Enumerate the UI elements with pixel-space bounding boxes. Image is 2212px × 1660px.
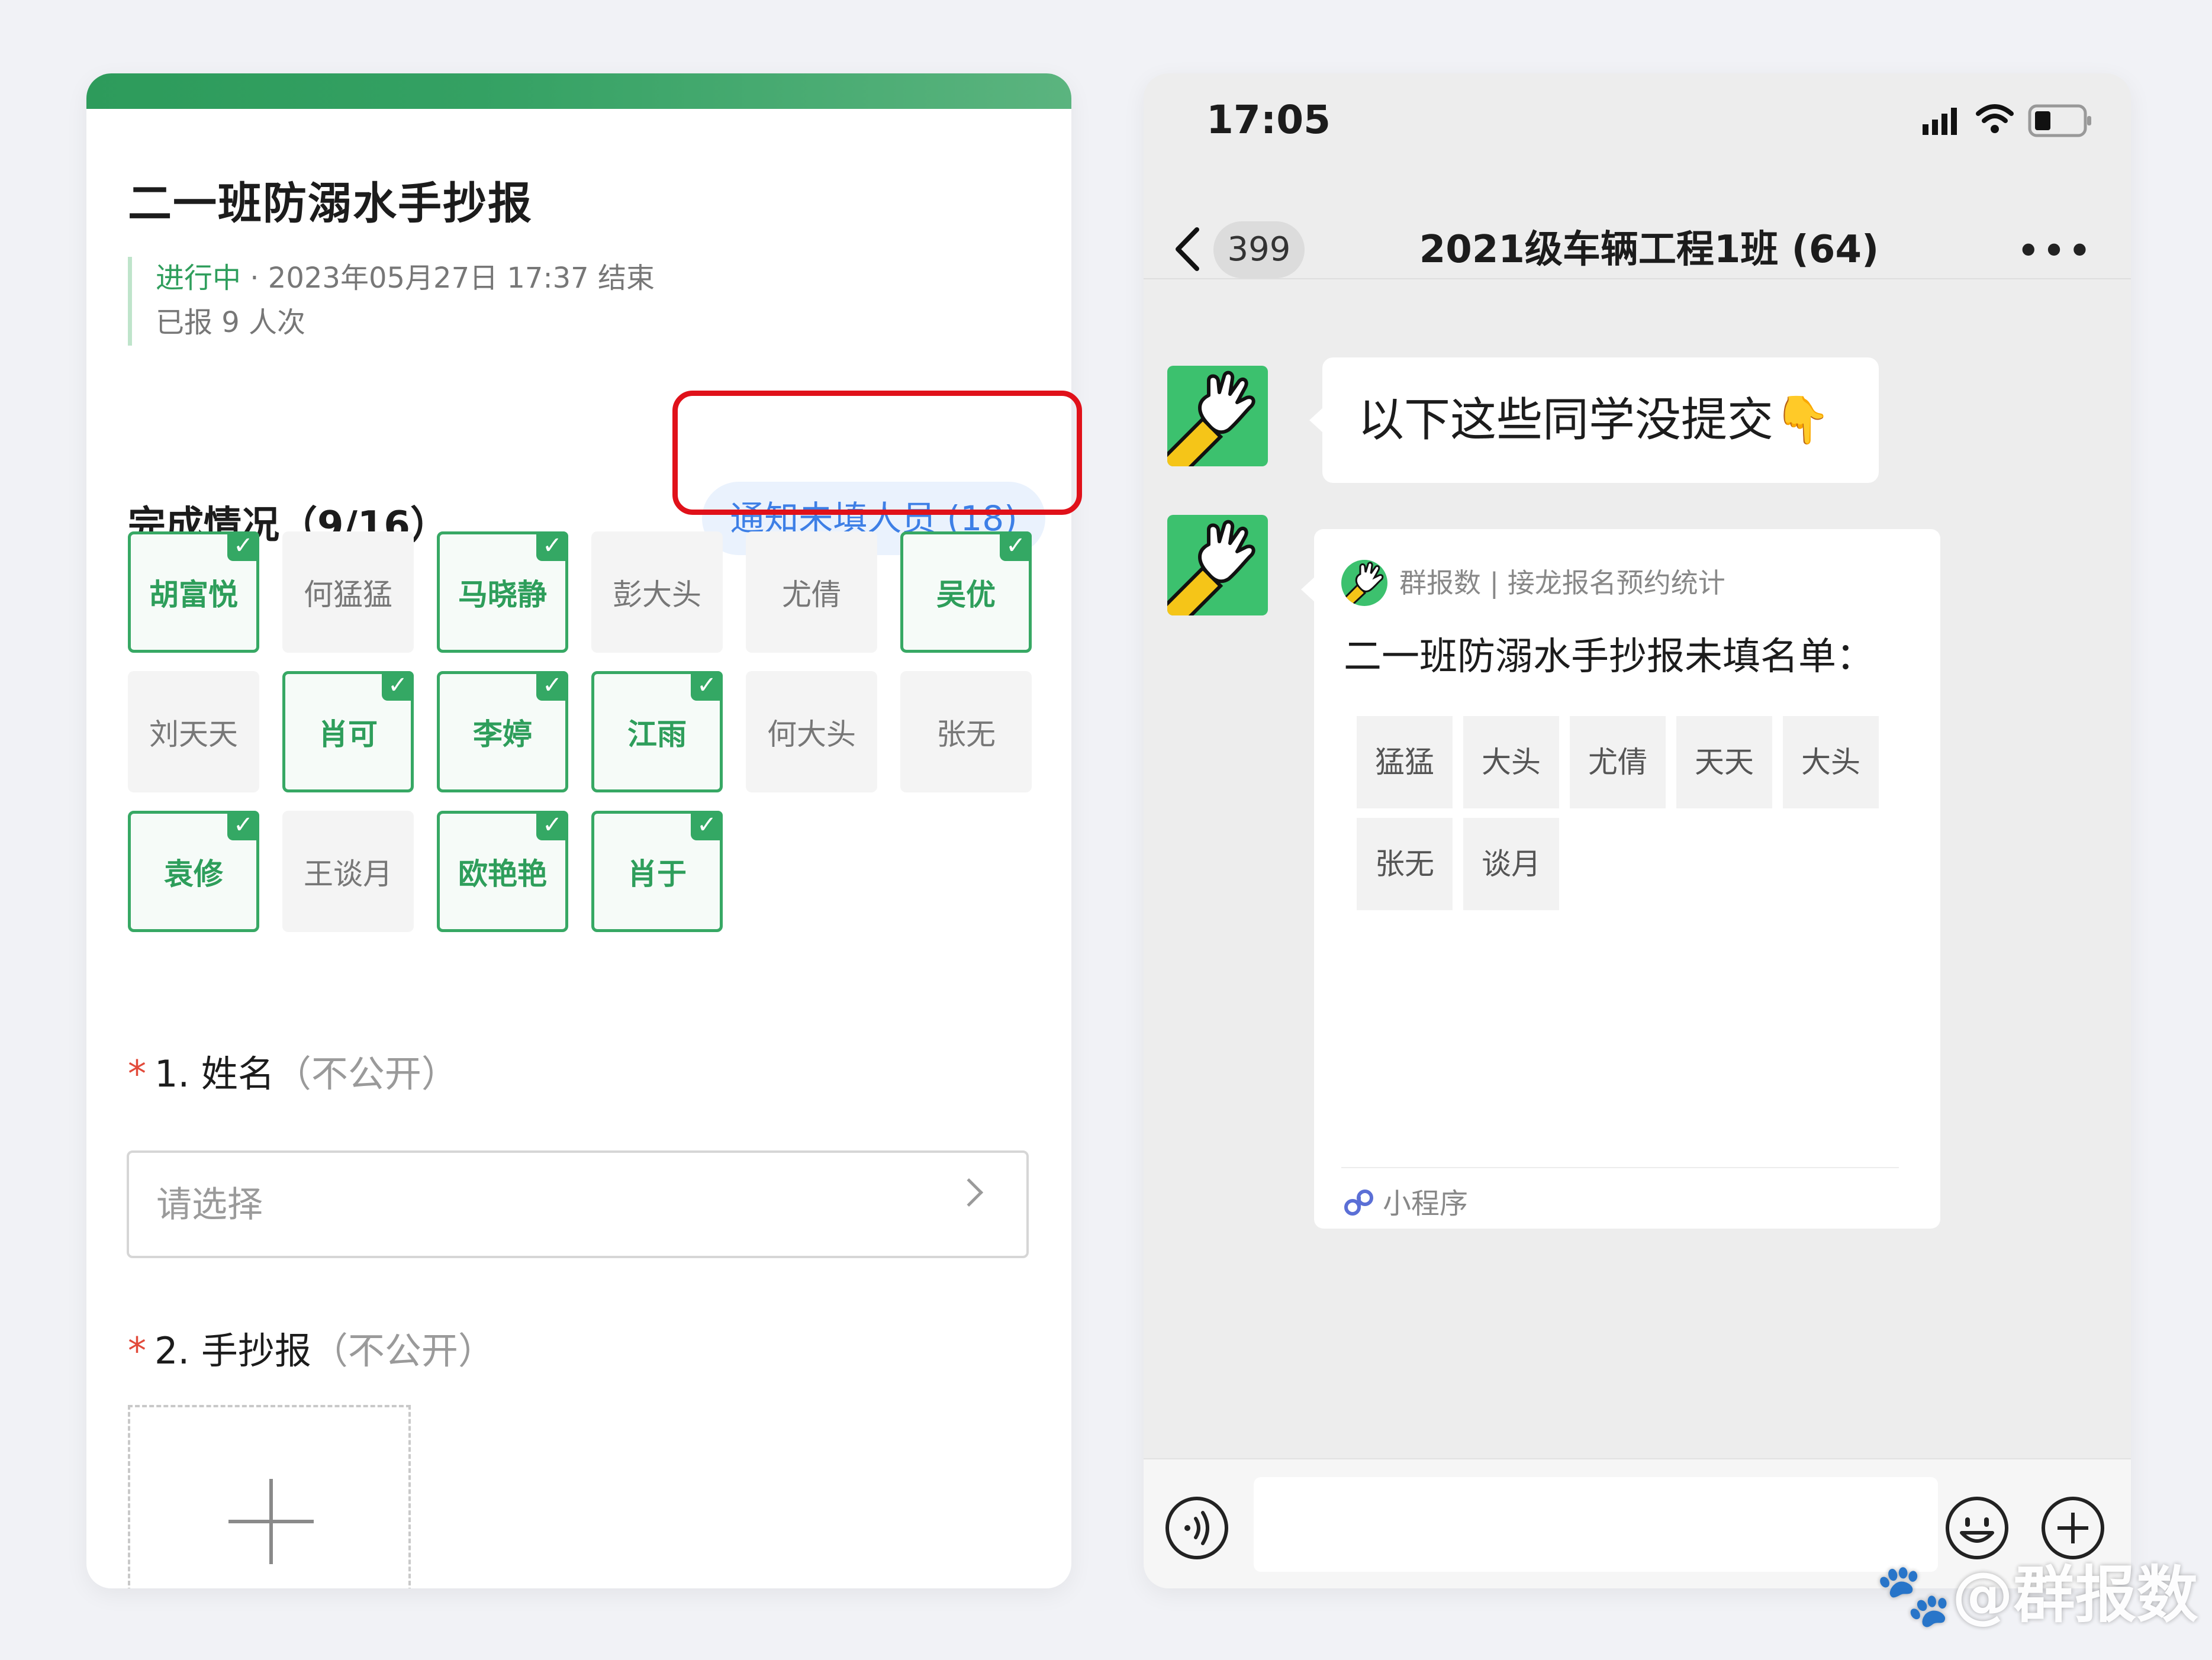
student-cell[interactable]: 胡富悦 ✓ (128, 531, 259, 653)
check-icon: ✓ (536, 531, 568, 561)
more-icon[interactable]: ••• (2016, 230, 2093, 272)
student-name: 李婷 (473, 717, 532, 752)
avatar[interactable] (1167, 366, 1268, 466)
mini-program-label: 小程序 (1383, 1187, 1469, 1220)
status-bar: 17:05 (1144, 73, 2131, 192)
form-top-banner (86, 73, 1071, 109)
message-input[interactable] (1254, 1477, 1938, 1572)
header-divider (1144, 278, 2131, 279)
check-icon: ✓ (1000, 531, 1032, 561)
wifi-icon (1976, 104, 2014, 133)
chat-title: 2021级车辆工程1班 (64) (1419, 228, 1879, 272)
student-cell[interactable]: 何猛猛 (282, 531, 414, 653)
student-cell[interactable]: 张无 (900, 671, 1032, 792)
unfilled-name-chip: 大头 (1463, 716, 1559, 808)
unfilled-name-chip: 尤倩 (1570, 716, 1666, 808)
check-icon: ✓ (691, 811, 723, 840)
student-name: 张无 (936, 717, 996, 752)
student-cell[interactable]: 刘天天 (128, 671, 259, 792)
student-cell[interactable]: 彭大头 (591, 531, 723, 653)
question-2-note: （不公开） (311, 1329, 495, 1372)
check-icon: ✓ (536, 671, 568, 701)
check-icon: ✓ (536, 811, 568, 840)
question-1-text: 1. 姓名 (154, 1052, 275, 1095)
student-cell[interactable]: 肖于 ✓ (591, 811, 723, 932)
chat-header: 399 2021级车辆工程1班 (64) ••• (1144, 192, 2131, 281)
waving-hand-icon (1167, 520, 1255, 615)
check-icon: ✓ (227, 811, 259, 840)
student-name: 彭大头 (613, 577, 701, 612)
select-placeholder: 请选择 (156, 1184, 263, 1226)
form-card: 二一班防溺水手抄报 进行中 · 2023年05月27日 17:37 结束 已报 … (86, 73, 1071, 1588)
student-cell[interactable]: 何大头 (746, 671, 877, 792)
unfilled-name-chip: 张无 (1357, 818, 1453, 910)
status-label: 进行中 (156, 262, 242, 295)
status-line: 进行中 · 2023年05月27日 17:37 结束 (156, 257, 655, 299)
reported-count: 已报 9 人次 (156, 306, 306, 339)
student-name: 马晓静 (458, 577, 547, 612)
student-name: 袁修 (164, 856, 223, 891)
message-bubble[interactable]: 以下这些同学没提交👇 (1309, 357, 1879, 483)
question-2-label: * 2. 手抄报（不公开） (128, 1321, 495, 1374)
required-mark: * (128, 1329, 146, 1372)
student-name: 胡富悦 (149, 577, 238, 612)
student-name: 肖于 (627, 856, 687, 891)
student-cell[interactable]: 吴优 ✓ (900, 531, 1032, 653)
student-name: 吴优 (936, 577, 996, 612)
student-name: 何猛猛 (304, 577, 392, 612)
question-1-note: （不公开） (274, 1052, 458, 1095)
check-icon: ✓ (227, 531, 259, 561)
voice-icon[interactable] (1164, 1495, 1230, 1561)
student-cell[interactable]: 欧艳艳 ✓ (437, 811, 568, 932)
student-cell[interactable]: 王谈月 (282, 811, 414, 932)
student-name: 欧艳艳 (458, 856, 547, 891)
student-cell[interactable]: 江雨 ✓ (591, 671, 723, 792)
battery-icon (2028, 104, 2091, 137)
student-cell[interactable]: 马晓静 ✓ (437, 531, 568, 653)
app-logo-icon (1341, 560, 1387, 606)
check-icon: ✓ (382, 671, 414, 701)
unfilled-name-chip: 谈月 (1463, 818, 1559, 910)
unfilled-name-chip: 大头 (1783, 716, 1879, 808)
unfilled-name-chip: 天天 (1676, 716, 1772, 808)
status-detail: · 2023年05月27日 17:37 结束 (241, 262, 655, 295)
plus-icon-vertical (269, 1479, 273, 1564)
student-cell[interactable]: 李婷 ✓ (437, 671, 568, 792)
unfilled-name-chip: 猛猛 (1357, 716, 1453, 808)
card-app-name: 群报数 | 接龙报名预约统计 (1399, 567, 1725, 599)
image-upload-box[interactable] (128, 1405, 411, 1588)
student-name: 刘天天 (149, 717, 238, 752)
student-cell[interactable]: 尤倩 (746, 531, 877, 653)
student-cell[interactable]: 袁修 ✓ (128, 811, 259, 932)
phone-screen: 17:05 399 2021级车辆工程1班 (64) ••• 以下这些同学没提交… (1144, 73, 2131, 1588)
question-1-label: * 1. 姓名（不公开） (128, 1044, 458, 1097)
avatar[interactable] (1167, 515, 1268, 615)
card-title: 二一班防溺水手抄报未填名单： (1344, 635, 1874, 679)
chevron-right-icon (954, 1178, 984, 1207)
form-title: 二一班防溺水手抄报 (128, 178, 533, 229)
waving-hand-icon (1167, 370, 1255, 466)
mini-program-card[interactable]: 群报数 | 接龙报名预约统计 二一班防溺水手抄报未填名单： 猛猛 大头 尤倩 天天 大头… (1301, 529, 1940, 1229)
required-mark: * (128, 1052, 146, 1095)
watermark: 🐾@群报数 (1875, 1559, 2198, 1631)
student-name: 何大头 (767, 717, 856, 752)
card-divider (1341, 1167, 1899, 1168)
name-select-field[interactable]: 请选择 (127, 1150, 1029, 1258)
signal-icon (1923, 108, 1957, 135)
student-name: 尤倩 (782, 577, 841, 612)
status-time: 17:05 (1206, 97, 1331, 143)
mini-program-icon (1344, 1190, 1373, 1216)
student-name: 江雨 (627, 717, 687, 752)
student-name: 王谈月 (304, 856, 392, 891)
check-icon: ✓ (691, 671, 723, 701)
student-name: 肖可 (318, 717, 378, 752)
question-2-text: 2. 手抄报 (154, 1329, 311, 1372)
status-block: 进行中 · 2023年05月27日 17:37 结束 已报 9 人次 (128, 257, 655, 346)
student-cell[interactable]: 肖可 ✓ (282, 671, 414, 792)
